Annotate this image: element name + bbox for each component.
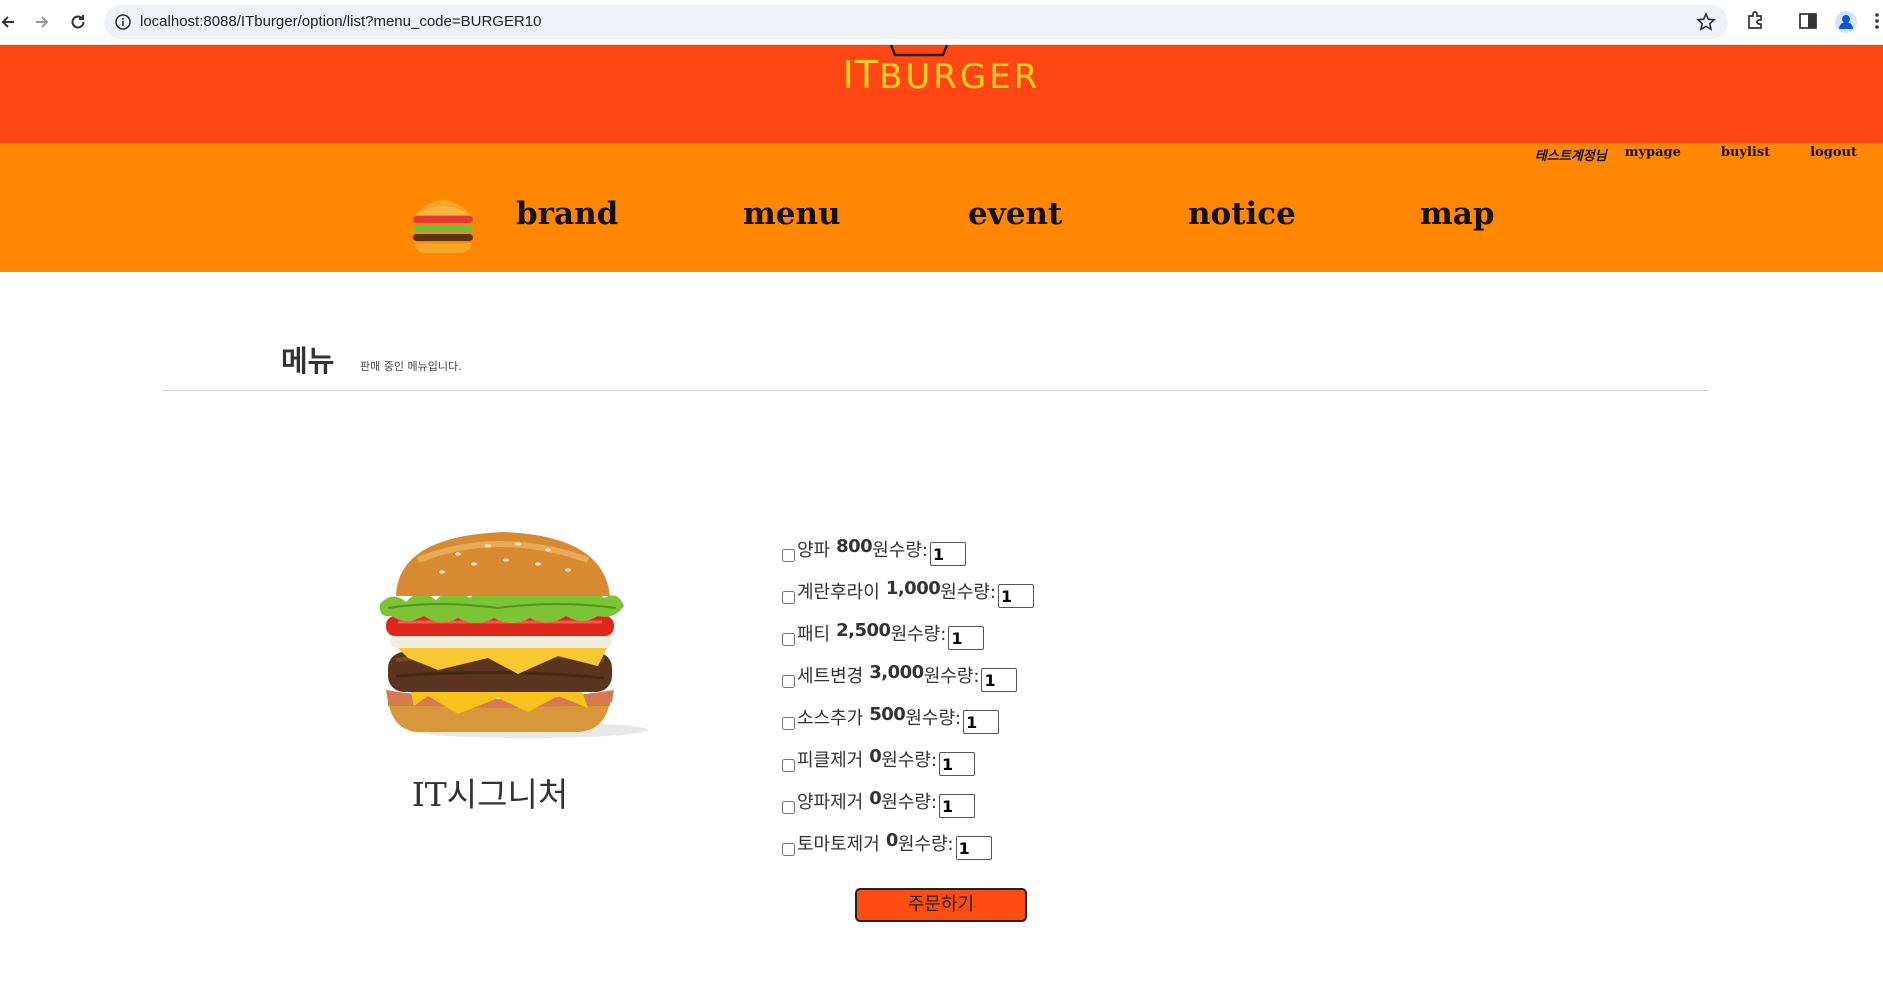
logout-link[interactable]: logout [1810,145,1857,164]
option-unit: 원 [923,666,941,687]
option-unit: 원 [881,792,898,813]
address-bar[interactable]: localhost:8088/ITburger/option/list?menu… [104,5,1728,39]
option-qty-input[interactable] [929,542,966,566]
option-qty-input[interactable] [998,584,1034,608]
browser-menu-icon[interactable] [1872,10,1883,34]
option-unit: 원 [890,624,908,645]
browser-toolbar: localhost:8088/ITburger/option/list?menu… [0,0,1883,45]
option-name: 토마토제거 [797,834,880,855]
option-name: 양파 [797,540,831,561]
option-qty-label: 수량: [940,666,980,687]
extensions-icon[interactable] [1744,10,1768,34]
main-navigation: 테스트계정님 mypage buylist logout brand menu … [0,143,1883,272]
url-text[interactable]: localhost:8088/ITburger/option/list?menu… [140,13,541,30]
logo-it: IT [842,53,880,97]
option-qty-label: 수량: [907,624,947,645]
nav-map[interactable]: map [1420,196,1495,232]
option-qty-input[interactable] [948,626,985,650]
option-qty-label: 수량: [897,792,938,813]
option-checkbox[interactable] [782,843,795,856]
option-price: 800 [836,536,873,557]
bookmark-star-icon[interactable] [1696,12,1716,32]
nav-menu[interactable]: menu [743,196,841,232]
option-unit: 원 [872,540,889,561]
option-qty-input[interactable] [939,752,976,776]
forward-arrow-icon[interactable] [30,10,54,34]
option-unit: 원 [905,708,922,729]
mypage-link[interactable]: mypage [1625,145,1681,164]
option-checkbox[interactable] [782,633,795,646]
option-qty-label: 수량: [956,582,996,603]
back-arrow-icon[interactable] [0,10,20,34]
nav-brand[interactable]: brand [516,196,618,232]
option-checkbox[interactable] [782,675,795,688]
user-name: 테스트계정님 [1534,149,1607,164]
burger-product-image [379,532,648,738]
option-qty-label: 수량: [888,540,928,561]
nav-event[interactable]: event [968,196,1062,232]
title-divider [163,390,1708,391]
buylist-link[interactable]: buylist [1721,145,1770,164]
option-row: 계란후라이 1,000 원 수량: [782,578,1034,620]
option-qty-input[interactable] [955,836,992,860]
option-row: 양파제거 0 원 수량: [782,788,1034,830]
site-header: ITBURGER [0,45,1883,143]
option-row: 양파 800 원 수량: [782,536,1034,578]
option-price: 1,000 [885,578,941,599]
option-checkbox[interactable] [782,549,795,562]
option-checkbox[interactable] [782,717,795,730]
option-row: 세트변경 3,000 원 수량: [782,662,1034,704]
product-name: IT시그니처 [411,775,569,814]
option-price: 2,500 [836,620,891,641]
option-list: 양파800원수량: 계란후라이1,000원수량: 패티2,500원수량: 세트변… [782,536,1034,872]
logo-burger: BURGER [879,57,1041,97]
site-logo[interactable]: ITBURGER [0,53,1883,97]
page-title: 메뉴 [281,344,335,378]
option-price: 500 [869,704,906,725]
reload-icon[interactable] [66,10,90,34]
option-unit: 원 [881,750,898,771]
option-name: 피클제거 [797,750,864,771]
option-price: 0 [869,746,882,767]
option-name: 세트변경 [797,666,864,687]
option-unit: 원 [940,582,957,603]
burger-icon[interactable] [410,191,476,255]
option-checkbox[interactable] [782,801,795,814]
nav-notice[interactable]: notice [1188,196,1296,232]
site-info-icon[interactable] [114,13,132,31]
option-checkbox[interactable] [782,759,795,772]
option-name: 양파제거 [797,792,864,813]
page-subtitle: 판매 중인 메뉴입니다. [360,360,462,373]
option-qty-input[interactable] [963,710,1000,734]
order-button[interactable]: 주문하기 [855,888,1027,922]
option-row: 패티 2,500 원 수량: [782,620,1034,662]
option-price: 0 [885,830,899,851]
option-unit: 원 [897,834,915,855]
option-row: 토마토제거 0 원 수량: [782,830,1034,872]
option-row: 피클제거 0 원 수량: [782,746,1034,788]
option-price: 0 [869,788,882,809]
option-qty-input[interactable] [981,668,1018,692]
option-name: 패티 [797,624,831,645]
profile-avatar-icon[interactable] [1834,10,1858,34]
option-qty-label: 수량: [897,750,938,771]
side-panel-icon[interactable] [1797,10,1821,34]
option-qty-label: 수량: [914,834,954,855]
option-name: 계란후라이 [797,582,880,603]
option-price: 3,000 [869,662,924,683]
option-name: 소스추가 [797,708,864,729]
option-qty-label: 수량: [921,708,962,729]
option-qty-input[interactable] [939,794,976,818]
option-checkbox[interactable] [782,591,795,604]
option-row: 소스추가 500 원 수량: [782,704,1034,746]
user-links: 테스트계정님 mypage buylist logout [1535,145,1857,164]
